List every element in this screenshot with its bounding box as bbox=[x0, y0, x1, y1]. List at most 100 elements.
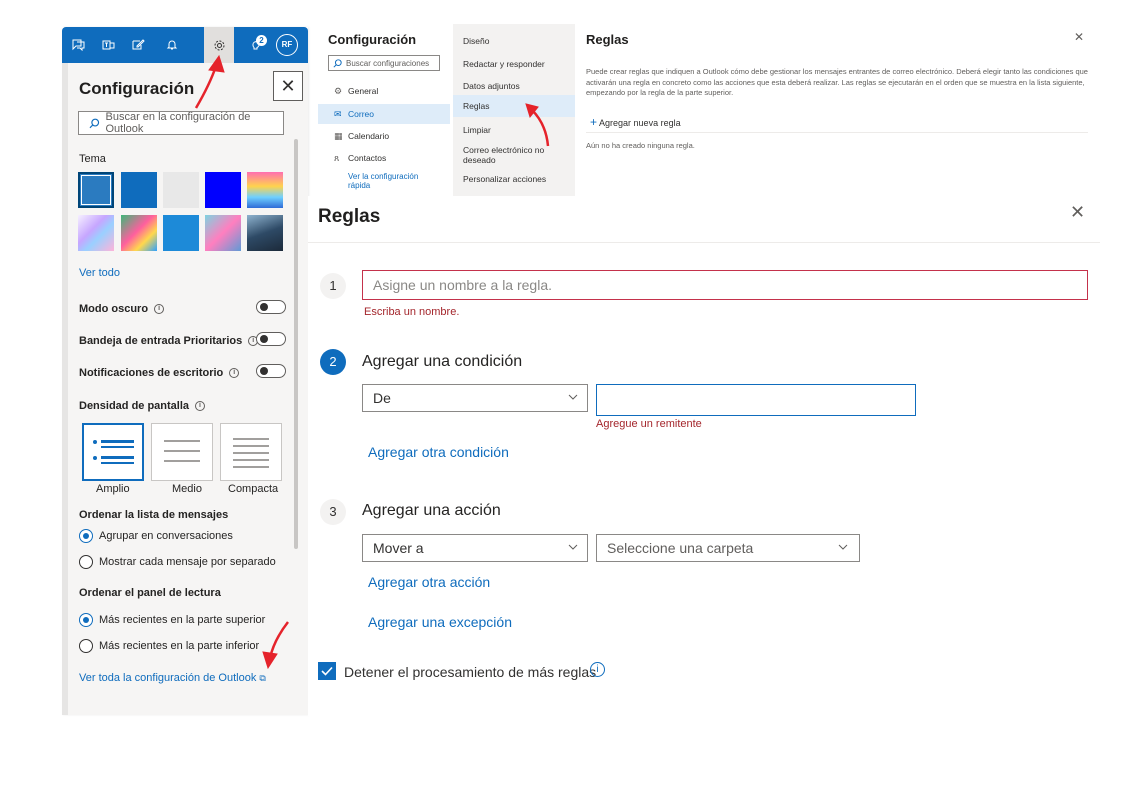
theme-swatch-pastel[interactable] bbox=[78, 215, 114, 251]
theme-label: Tema bbox=[79, 153, 106, 165]
checkmark-icon bbox=[321, 666, 333, 676]
add-new-rule-button[interactable]: + Agregar nueva regla bbox=[590, 115, 681, 129]
add-exception-link[interactable]: Agregar una excepción bbox=[368, 614, 512, 630]
theme-swatch-brightblue[interactable] bbox=[205, 172, 241, 208]
add-another-condition-link[interactable]: Agregar otra condición bbox=[368, 444, 509, 460]
action-section-title: Agregar una acción bbox=[362, 502, 501, 519]
message-list-label: Ordenar la lista de mensajes bbox=[79, 509, 229, 521]
outlook-topbar: 2 RF bbox=[62, 27, 308, 63]
dark-mode-toggle[interactable] bbox=[256, 300, 286, 314]
quick-settings-link[interactable]: Ver la configuración rápida bbox=[348, 172, 428, 190]
density-option-medio[interactable] bbox=[151, 423, 213, 481]
sender-input[interactable] bbox=[596, 384, 916, 416]
mail-item-adjuntos[interactable]: Datos adjuntos bbox=[453, 81, 575, 91]
rules-description: Puede crear reglas que indiquen a Outloo… bbox=[586, 67, 1088, 97]
close-icon: ✕ bbox=[280, 75, 296, 96]
user-avatar[interactable]: RF bbox=[276, 34, 298, 56]
info-icon[interactable]: i bbox=[590, 662, 605, 677]
nav-item-contactos[interactable]: ጸ Contactos bbox=[318, 148, 450, 168]
rule-name-input[interactable]: Asigne un nombre a la regla. bbox=[362, 270, 1088, 300]
step-1-badge: 1 bbox=[320, 273, 346, 299]
divider bbox=[586, 132, 1088, 133]
mail-settings-list: Diseño Redactar y responder Datos adjunt… bbox=[453, 24, 575, 196]
action-select[interactable]: Mover a bbox=[362, 534, 588, 562]
radio-label: Más recientes en la parte superior bbox=[99, 614, 266, 626]
mail-item-redactar[interactable]: Redactar y responder bbox=[453, 59, 575, 69]
see-all-themes-link[interactable]: Ver todo bbox=[79, 267, 120, 279]
density-option-compacta[interactable] bbox=[220, 423, 282, 481]
settings-window: Configuración Buscar configuraciones ⚙ Ge… bbox=[318, 24, 1090, 196]
theme-swatch-mountain[interactable] bbox=[247, 215, 283, 251]
nav-item-general[interactable]: ⚙ General bbox=[318, 81, 450, 101]
settings-search-box[interactable]: Buscar configuraciones bbox=[328, 55, 440, 71]
focused-inbox-toggle[interactable] bbox=[256, 332, 286, 346]
close-icon[interactable]: ✕ bbox=[1074, 30, 1084, 44]
notification-count-badge: 2 bbox=[256, 35, 267, 46]
chevron-down-icon bbox=[568, 394, 578, 400]
info-icon: i bbox=[154, 304, 165, 315]
radio-label: Agrupar en conversaciones bbox=[99, 530, 233, 542]
tips-lightbulb-icon[interactable]: 2 bbox=[242, 27, 270, 63]
search-placeholder: Buscar en la configuración de Outlook bbox=[105, 111, 251, 135]
theme-swatch-darkblue[interactable] bbox=[121, 172, 157, 208]
rules-dialog: Reglas ✕ 1 Asigne un nombre a la regla. … bbox=[308, 196, 1100, 716]
settings-gear-button[interactable] bbox=[204, 27, 234, 63]
density-option-amplio[interactable] bbox=[82, 423, 144, 481]
plus-icon: + bbox=[590, 115, 598, 129]
mail-item-reglas[interactable]: Reglas bbox=[453, 95, 575, 117]
radio-individual-messages[interactable] bbox=[79, 555, 93, 569]
mail-item-limpiar[interactable]: Limpiar bbox=[453, 125, 575, 135]
theme-swatch-circuit[interactable] bbox=[163, 215, 199, 251]
all-outlook-settings-link[interactable]: Ver toda la configuración de Outlook ⧉ bbox=[79, 672, 266, 684]
compose-icon[interactable] bbox=[124, 27, 152, 63]
contacts-icon: ጸ bbox=[334, 152, 340, 163]
nav-item-calendario[interactable]: ▦ Calendario bbox=[318, 126, 450, 146]
density-label-amplio: Amplio bbox=[96, 483, 130, 495]
radio-label: Mostrar cada mensaje por separado bbox=[99, 556, 276, 568]
stop-processing-checkbox[interactable] bbox=[318, 662, 336, 680]
radio-newest-bottom[interactable] bbox=[79, 639, 93, 653]
dialog-title: Reglas bbox=[318, 206, 381, 227]
theme-swatch-blue-selected[interactable] bbox=[78, 172, 114, 208]
gear-icon bbox=[214, 40, 224, 50]
stop-processing-label: Detener el procesamiento de más reglas bbox=[344, 664, 597, 680]
dialog-close-icon[interactable]: ✕ bbox=[1070, 202, 1085, 223]
display-density-label: Densidad de pantalla i bbox=[79, 400, 206, 412]
search-icon bbox=[89, 118, 100, 128]
dialog-divider bbox=[308, 242, 1100, 243]
folder-select[interactable]: Seleccione una carpeta bbox=[596, 534, 860, 562]
close-button[interactable]: ✕ bbox=[273, 71, 303, 101]
open-external-icon: ⧉ bbox=[259, 673, 266, 683]
teams-icon[interactable] bbox=[94, 27, 122, 63]
no-rules-message: Aún no ha creado ninguna regla. bbox=[586, 141, 695, 150]
theme-swatch-rainbow[interactable] bbox=[247, 172, 283, 208]
chevron-down-icon bbox=[838, 544, 848, 550]
calendar-icon: ▦ bbox=[334, 130, 343, 141]
mail-item-diseno[interactable]: Diseño bbox=[453, 36, 575, 46]
bell-icon[interactable] bbox=[158, 27, 186, 63]
density-label-medio: Medio bbox=[172, 483, 202, 495]
radio-newest-top[interactable] bbox=[79, 613, 93, 627]
condition-select[interactable]: De bbox=[362, 384, 588, 412]
radio-group-conversations[interactable] bbox=[79, 529, 93, 543]
sender-error: Agregue un remitente bbox=[596, 418, 702, 430]
panel-scrollbar[interactable] bbox=[294, 139, 298, 549]
theme-swatch-gray[interactable] bbox=[163, 172, 199, 208]
nav-item-correo[interactable]: ✉ Correo bbox=[318, 104, 450, 124]
quick-settings-panel: 2 RF Configuración ✕ Buscar en la config… bbox=[62, 27, 308, 715]
theme-swatch-palette[interactable] bbox=[205, 215, 241, 251]
chat-icon[interactable] bbox=[64, 27, 92, 63]
mail-icon: ✉ bbox=[334, 108, 342, 119]
density-label-compacta: Compacta bbox=[228, 483, 279, 495]
settings-search-input[interactable]: Buscar en la configuración de Outlook bbox=[78, 111, 284, 135]
condition-section-title: Agregar una condición bbox=[362, 353, 523, 370]
mail-item-personalizar[interactable]: Personalizar acciones bbox=[453, 174, 575, 184]
desktop-notifications-toggle[interactable] bbox=[256, 364, 286, 378]
reading-pane-label: Ordenar el panel de lectura bbox=[79, 587, 221, 599]
mail-item-correo-no-deseado[interactable]: Correo electrónico no deseado bbox=[453, 145, 553, 165]
theme-swatch-colorful[interactable] bbox=[121, 215, 157, 251]
search-icon bbox=[333, 58, 342, 68]
gear-icon: ⚙ bbox=[334, 85, 343, 96]
step-2-badge: 2 bbox=[320, 349, 346, 375]
add-another-action-link[interactable]: Agregar otra acción bbox=[368, 574, 490, 590]
